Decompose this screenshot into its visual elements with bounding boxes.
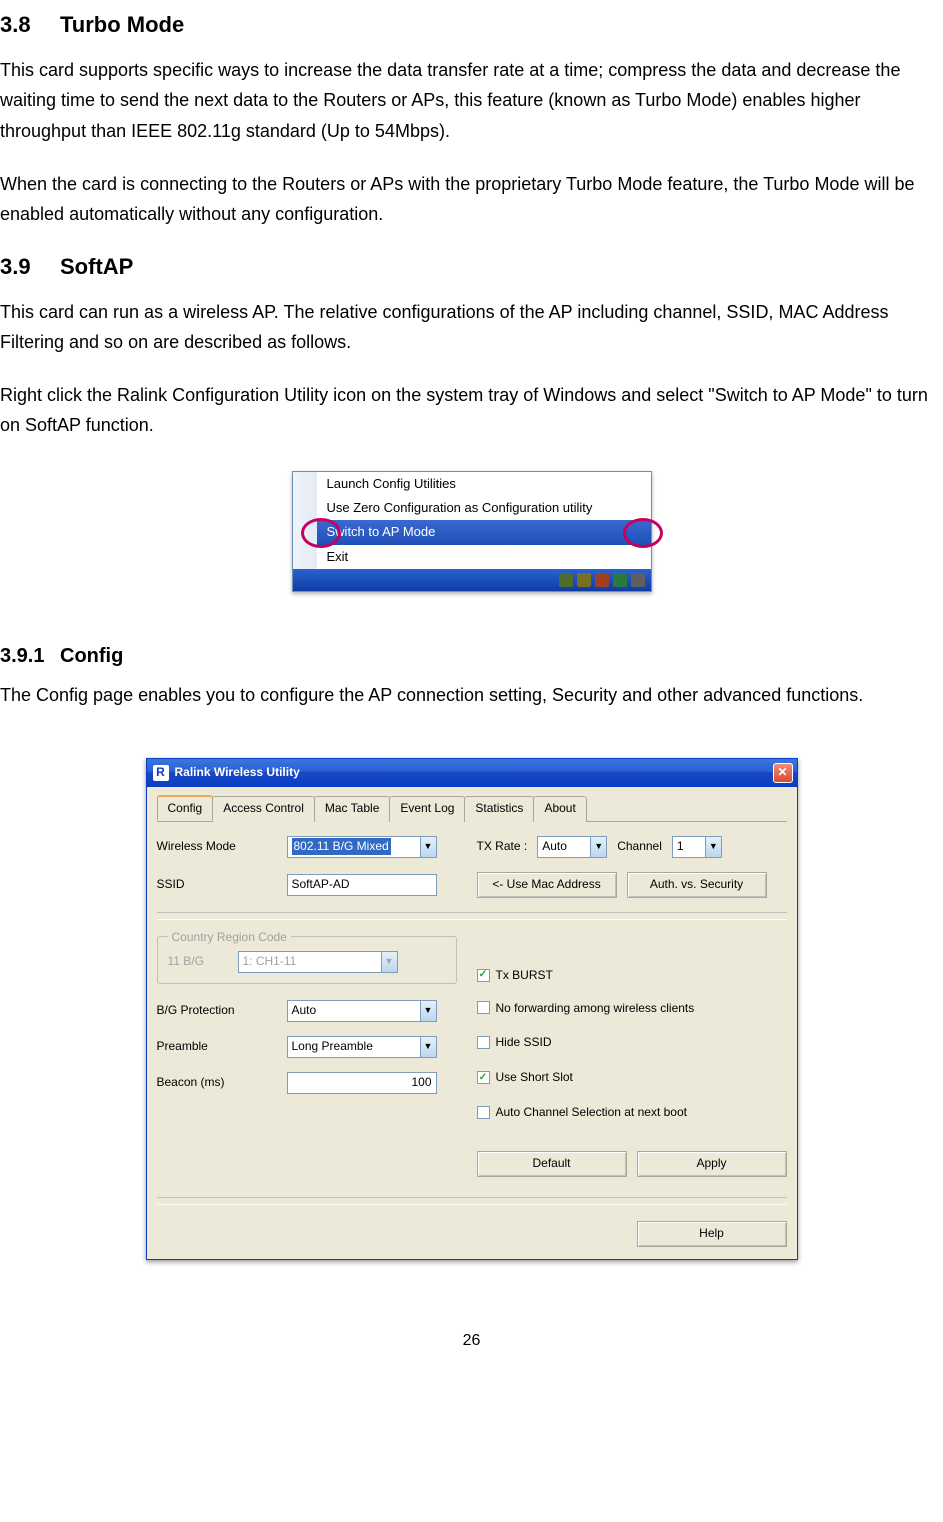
tab-statistics[interactable]: Statistics	[464, 796, 534, 822]
separator	[157, 912, 787, 920]
heading-number: 3.8	[0, 10, 60, 41]
label-tx-rate: TX Rate :	[477, 838, 528, 855]
tab-access-control[interactable]: Access Control	[212, 796, 315, 822]
chevron-down-icon: ▼	[420, 1037, 436, 1057]
separator	[157, 1197, 787, 1205]
menu-item-zero-config[interactable]: Use Zero Configuration as Configuration …	[317, 496, 651, 520]
label-wireless-mode: Wireless Mode	[157, 838, 277, 855]
select-value: 1	[677, 838, 684, 855]
select-value: Auto	[542, 838, 567, 855]
select-value: Auto	[292, 1002, 317, 1019]
checkbox-icon	[477, 1001, 490, 1014]
tab-config[interactable]: Config	[157, 795, 214, 821]
default-button[interactable]: Default	[477, 1151, 627, 1177]
tab-about[interactable]: About	[533, 796, 586, 822]
country-region-group: Country Region Code 11 B/G 1: CH1-11 ▼	[157, 936, 457, 984]
page-number: 26	[0, 1330, 943, 1352]
tab-mac-table[interactable]: Mac Table	[314, 796, 390, 822]
label-bg-protection: B/G Protection	[157, 1002, 277, 1019]
checkbox-short-slot[interactable]: Use Short Slot	[477, 1069, 695, 1086]
titlebar: R Ralink Wireless Utility ✕	[147, 759, 797, 787]
select-value: 802.11 B/G Mixed	[292, 838, 391, 855]
heading-3-9-1: 3.9.1Config	[0, 642, 943, 670]
heading-title: Config	[60, 645, 123, 667]
paragraph: This card can run as a wireless AP. The …	[0, 297, 943, 358]
paragraph: This card supports specific ways to incr…	[0, 55, 943, 147]
chevron-down-icon: ▼	[420, 837, 436, 857]
menu-item-switch-ap[interactable]: Switch to AP Mode	[317, 520, 651, 544]
checkbox-label: Tx BURST	[496, 967, 553, 984]
tray-icon	[577, 573, 591, 587]
label-beacon: Beacon (ms)	[157, 1074, 277, 1091]
paragraph: When the card is connecting to the Route…	[0, 169, 943, 230]
tray-icon	[613, 573, 627, 587]
tray-context-menu: Launch Config Utilities Use Zero Configu…	[292, 471, 652, 592]
checkbox-tx-burst[interactable]: Tx BURST	[477, 967, 553, 984]
input-beacon[interactable]: 100	[287, 1072, 437, 1094]
ralink-utility-dialog: R Ralink Wireless Utility ✕ Config Acces…	[146, 758, 798, 1260]
checkbox-icon	[477, 1036, 490, 1049]
app-icon: R	[153, 765, 169, 781]
chevron-down-icon: ▼	[420, 1001, 436, 1021]
heading-title: Turbo Mode	[60, 12, 184, 37]
label-channel: Channel	[617, 838, 662, 855]
paragraph: Right click the Ralink Configuration Uti…	[0, 380, 943, 441]
label-preamble: Preamble	[157, 1038, 277, 1055]
heading-number: 3.9.1	[0, 642, 60, 670]
label-ssid: SSID	[157, 876, 277, 893]
select-country-region: 1: CH1-11 ▼	[238, 951, 398, 973]
select-channel[interactable]: 1 ▼	[672, 836, 722, 858]
select-wireless-mode[interactable]: 802.11 B/G Mixed ▼	[287, 836, 437, 858]
select-tx-rate[interactable]: Auto ▼	[537, 836, 607, 858]
heading-3-8: 3.8Turbo Mode	[0, 10, 943, 41]
tray-icon	[595, 573, 609, 587]
menu-item-launch[interactable]: Launch Config Utilities	[317, 472, 651, 496]
select-preamble[interactable]: Long Preamble ▼	[287, 1036, 437, 1058]
paragraph: The Config page enables you to configure…	[0, 682, 943, 708]
checkbox-label: Use Short Slot	[496, 1069, 573, 1086]
taskbar-tray	[293, 569, 651, 591]
heading-3-9: 3.9SoftAP	[0, 252, 943, 283]
input-value: SoftAP-AD	[292, 876, 350, 893]
select-value: Long Preamble	[292, 1038, 373, 1055]
chevron-down-icon: ▼	[705, 837, 721, 857]
select-bg-protection[interactable]: Auto ▼	[287, 1000, 437, 1022]
close-button[interactable]: ✕	[773, 763, 793, 783]
checkbox-label: Hide SSID	[496, 1034, 552, 1051]
select-value: 1: CH1-11	[243, 953, 297, 970]
heading-number: 3.9	[0, 252, 60, 283]
checkbox-label: Auto Channel Selection at next boot	[496, 1104, 687, 1121]
checkbox-icon	[477, 1106, 490, 1119]
menu-item-exit[interactable]: Exit	[317, 545, 651, 569]
window-title: Ralink Wireless Utility	[175, 764, 773, 781]
heading-title: SoftAP	[60, 254, 133, 279]
input-ssid[interactable]: SoftAP-AD	[287, 874, 437, 896]
checkbox-icon	[477, 1071, 490, 1084]
checkbox-no-forwarding[interactable]: No forwarding among wireless clients	[477, 1000, 695, 1017]
auth-security-button[interactable]: Auth. vs. Security	[627, 872, 767, 898]
checkbox-label: No forwarding among wireless clients	[496, 1000, 695, 1017]
checkbox-auto-channel[interactable]: Auto Channel Selection at next boot	[477, 1104, 695, 1121]
chevron-down-icon: ▼	[381, 952, 397, 972]
help-button[interactable]: Help	[637, 1221, 787, 1247]
tray-icon	[631, 573, 645, 587]
chevron-down-icon: ▼	[590, 837, 606, 857]
apply-button[interactable]: Apply	[637, 1151, 787, 1177]
input-value: 100	[411, 1074, 431, 1091]
label-11bg: 11 B/G	[168, 953, 228, 970]
use-mac-button[interactable]: <- Use Mac Address	[477, 872, 617, 898]
checkbox-hide-ssid[interactable]: Hide SSID	[477, 1034, 695, 1051]
tray-icon	[559, 573, 573, 587]
checkbox-icon	[477, 969, 490, 982]
tab-event-log[interactable]: Event Log	[389, 796, 465, 822]
tab-strip: Config Access Control Mac Table Event Lo…	[157, 795, 787, 822]
group-title: Country Region Code	[168, 929, 291, 946]
